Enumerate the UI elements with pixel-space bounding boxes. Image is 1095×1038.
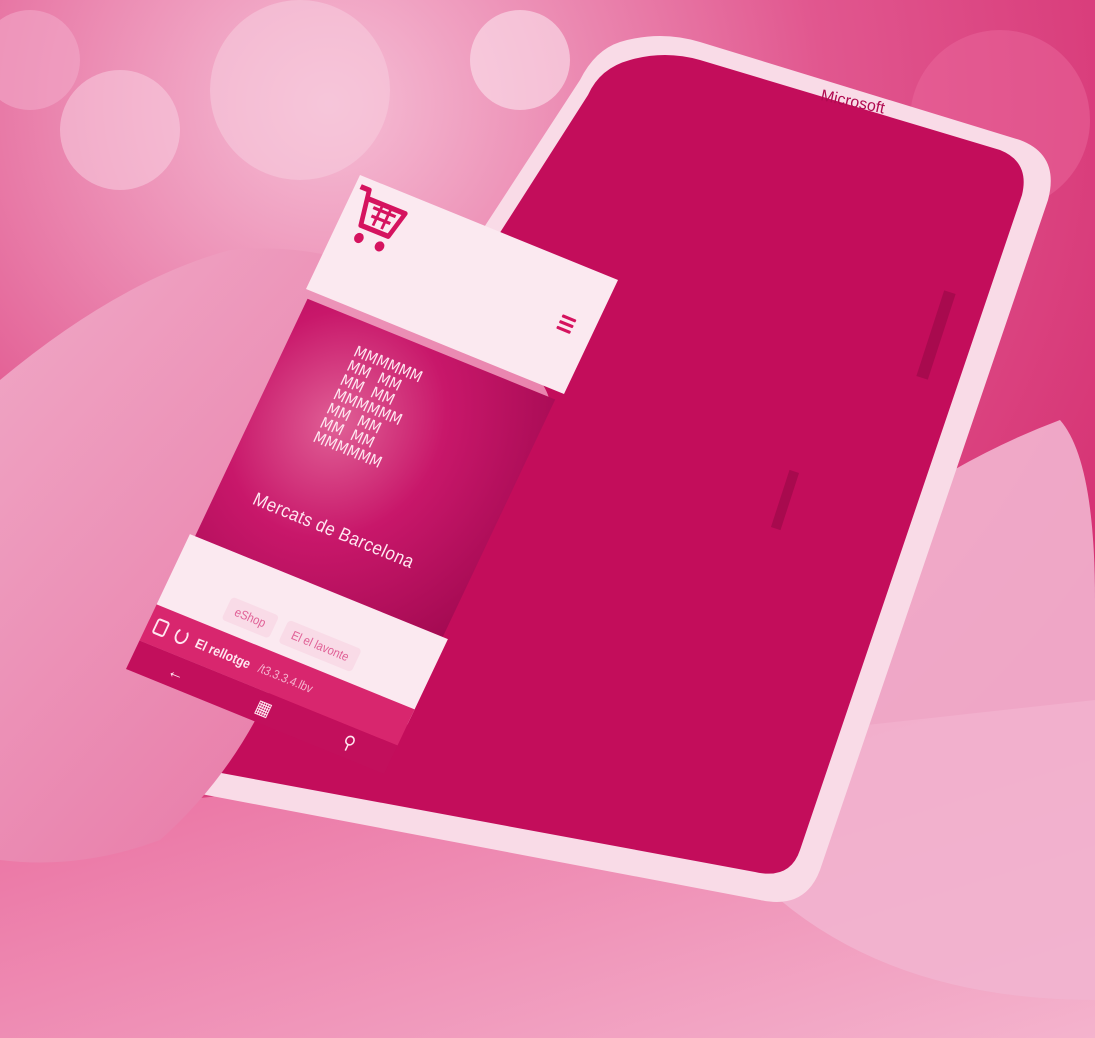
back-arrow-icon[interactable]: ← [164, 659, 189, 685]
bokeh-light [210, 0, 390, 180]
hamburger-menu-icon[interactable] [556, 314, 577, 335]
windows-icon[interactable]: ▦ [252, 695, 276, 721]
search-icon[interactable]: ⚲ [339, 730, 359, 755]
mercats-logo: MMMMMM MM MM MM MM MMMMMM MM MM MM MM MM… [310, 342, 426, 472]
refresh-icon[interactable] [171, 626, 192, 647]
photo-scene: Microsoft MMMMMM MM MM MM MM MMMMMM MM M… [0, 0, 1095, 1038]
scene-background: Microsoft [0, 0, 1095, 1038]
tabs-icon[interactable] [151, 617, 171, 638]
